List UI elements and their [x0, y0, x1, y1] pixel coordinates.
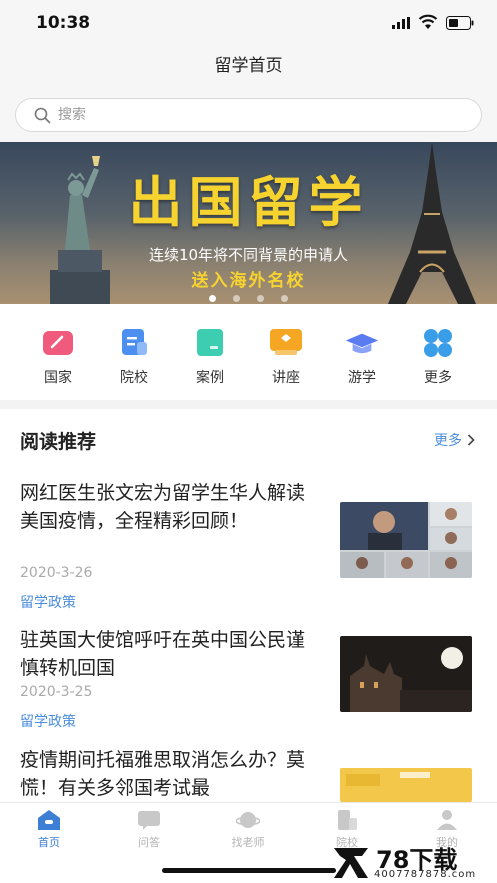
nav-bar: 留学首页	[0, 44, 497, 88]
article-thumbnail	[340, 636, 472, 712]
building-icon	[338, 810, 357, 830]
watermark-url: 4007787878.com	[374, 869, 477, 880]
tab-find-teacher[interactable]: 找老师	[213, 809, 283, 850]
banner-dot[interactable]	[281, 295, 289, 302]
section-header: 阅读推荐 更多	[0, 409, 497, 467]
search-input[interactable]	[58, 99, 458, 131]
quick-link-label: 游学	[348, 370, 376, 386]
battery-icon	[446, 16, 474, 30]
watermark: 78下载 4007787878.com	[330, 842, 495, 882]
search-icon	[34, 107, 51, 124]
quick-link-label: 国家	[44, 370, 72, 386]
signal-icon	[392, 17, 410, 29]
person-icon	[437, 810, 457, 830]
quick-link-lecture[interactable]: 讲座	[256, 328, 316, 387]
quick-link-label: 讲座	[272, 370, 300, 386]
quick-link-case[interactable]: 案例	[180, 328, 240, 387]
tab-qa[interactable]: 问答	[114, 809, 184, 850]
country-icon	[43, 331, 73, 355]
article-date: 2020-3-25	[20, 684, 93, 700]
banner-dot[interactable]	[257, 295, 265, 302]
article-date: 2020-3-26	[20, 565, 93, 581]
banner-dot[interactable]	[208, 295, 216, 302]
article-tag[interactable]: 留学政策	[20, 711, 76, 731]
article-tag[interactable]: 留学政策	[20, 592, 76, 612]
more-link[interactable]: 更多	[434, 430, 475, 450]
banner-headline: 出国留学	[128, 171, 369, 234]
more-grid-icon	[424, 329, 452, 357]
article-item[interactable]: 疫情期间托福雅思取消怎么办？莫慌！有关多邻国考试最	[0, 746, 497, 806]
home-icon	[38, 810, 60, 830]
search-section	[0, 88, 497, 142]
chevron-right-icon	[467, 434, 475, 446]
banner-pagination[interactable]	[0, 287, 497, 304]
quick-link-more[interactable]: 更多	[408, 328, 468, 387]
article-item[interactable]: 网红医生张文宏为留学生华人解读美国疫情，全程精彩回顾！ 2020-3-26 留学…	[0, 479, 497, 619]
quick-link-school[interactable]: 院校	[104, 328, 164, 387]
tab-label: 首页	[38, 836, 60, 849]
planet-icon	[236, 812, 260, 828]
case-icon	[197, 329, 223, 356]
quick-links: 国家 院校 案例 讲座 游学 更多	[0, 304, 497, 400]
status-time: 10:38	[36, 13, 91, 33]
graduation-cap-icon	[345, 333, 379, 354]
tab-label: 问答	[138, 836, 160, 849]
section-title: 阅读推荐	[20, 431, 97, 453]
divider	[0, 400, 497, 409]
quick-link-label: 更多	[424, 370, 452, 386]
watermark-logo-icon	[334, 848, 368, 878]
page-title: 留学首页	[214, 56, 283, 76]
article-title: 网红医生张文宏为留学生华人解读美国疫情，全程精彩回顾！	[20, 482, 306, 532]
article-title: 驻英国大使馆呼吁在英中国公民谨慎转机回国	[20, 629, 306, 679]
school-icon	[122, 329, 147, 355]
tab-label: 找老师	[231, 836, 265, 849]
tab-home[interactable]: 首页	[14, 809, 84, 850]
promo-banner[interactable]: 出国留学 连续10年将不同背景的申请人 送入海外名校	[0, 142, 497, 304]
quick-link-label: 院校	[120, 370, 148, 386]
banner-subtitle: 连续10年将不同背景的申请人	[148, 246, 349, 264]
banner-dot[interactable]	[232, 295, 240, 302]
quick-link-country[interactable]: 国家	[28, 328, 88, 387]
quick-link-label: 案例	[196, 370, 224, 386]
more-link-label: 更多	[434, 433, 462, 449]
search-box[interactable]	[15, 98, 482, 132]
home-indicator	[162, 868, 336, 873]
status-bar: 10:38	[0, 0, 497, 44]
wifi-icon	[418, 14, 438, 29]
quick-link-study-tour[interactable]: 游学	[332, 328, 392, 387]
article-item[interactable]: 驻英国大使馆呼吁在英中国公民谨慎转机回国 2020-3-25 留学政策	[0, 626, 497, 738]
chat-icon	[138, 811, 160, 830]
lecture-icon	[270, 329, 302, 355]
article-thumbnail	[340, 768, 472, 802]
article-title: 疫情期间托福雅思取消怎么办？莫慌！有关多邻国考试最	[20, 749, 306, 799]
article-thumbnail	[340, 502, 472, 578]
